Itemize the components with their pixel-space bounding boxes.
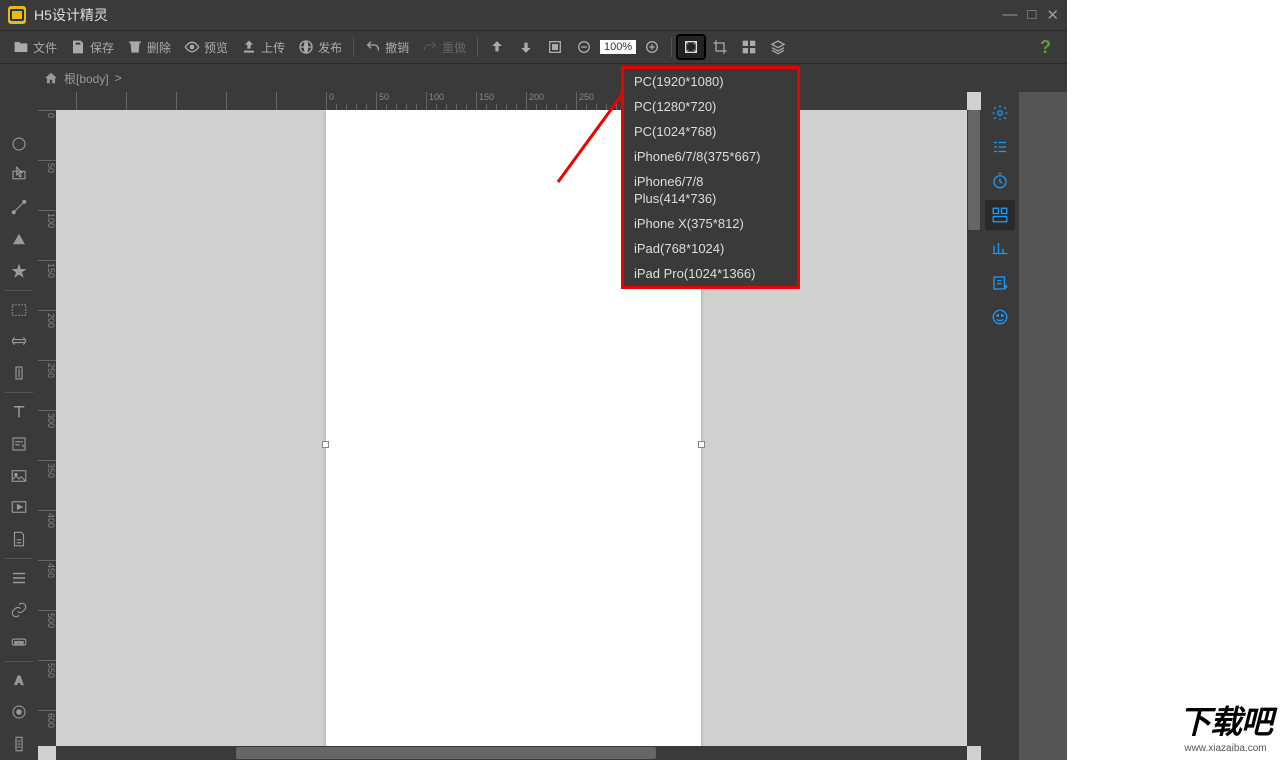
undo-button[interactable]: 撤销 xyxy=(360,36,414,59)
breadcrumb: 根[body] > xyxy=(0,64,1067,92)
size-option[interactable]: PC(1920*1080) xyxy=(624,69,797,94)
horizontal-ruler[interactable]: 050100150200250300350 xyxy=(56,92,967,110)
resize-handle-left[interactable] xyxy=(322,441,329,448)
size-option[interactable]: iPhone X(375*812) xyxy=(624,211,797,236)
minimize-button[interactable]: — xyxy=(1002,6,1017,24)
vertical-scrollbar[interactable] xyxy=(967,110,981,746)
svg-text:A: A xyxy=(15,674,24,688)
list-tool[interactable] xyxy=(2,562,36,594)
maximize-button[interactable]: □ xyxy=(1027,6,1036,24)
canvas-size-button[interactable] xyxy=(678,36,704,58)
pointer-tool[interactable] xyxy=(2,158,36,190)
hgroup-tool[interactable] xyxy=(2,326,36,358)
outline-panel-button[interactable] xyxy=(985,132,1015,162)
crop-button[interactable] xyxy=(707,36,733,58)
size-option[interactable]: iPad(768*1024) xyxy=(624,236,797,261)
app-window: H5设计精灵 — □ ✕ 文件 保存 删除 预览 上传 发布 撤销 重做 100… xyxy=(0,0,1067,760)
publish-button[interactable]: 发布 xyxy=(293,36,347,59)
video-tool[interactable] xyxy=(2,492,36,524)
vscroll-thumb[interactable] xyxy=(968,110,980,230)
ruler-corner xyxy=(38,92,56,110)
canvas[interactable] xyxy=(56,110,967,746)
canvas-size-dropdown: PC(1920*1080)PC(1280*720)PC(1024*768)iPh… xyxy=(621,66,800,289)
zoom-in-button[interactable] xyxy=(639,36,665,58)
target-tool[interactable] xyxy=(2,696,36,728)
layers-button[interactable] xyxy=(765,36,791,58)
canvas-area: 050100150200250300350 050100150200250300… xyxy=(38,92,981,760)
size-option[interactable]: PC(1280*720) xyxy=(624,94,797,119)
doc-tool[interactable] xyxy=(2,523,36,555)
size-option[interactable]: iPhone6/7/8(375*667) xyxy=(624,144,797,169)
breadcrumb-root[interactable]: 根[body] xyxy=(64,70,109,87)
outer-whitespace: 下载吧 www.xiazaiba.com xyxy=(1067,0,1280,760)
upload-button[interactable]: 上传 xyxy=(236,36,290,59)
settings-panel-button[interactable] xyxy=(985,98,1015,128)
vertical-ruler[interactable]: 050100150200250300350400450500550600 xyxy=(38,110,56,746)
layout-panel-button[interactable] xyxy=(985,200,1015,230)
font-tool[interactable]: A xyxy=(2,665,36,697)
link-tool[interactable] xyxy=(2,594,36,626)
image-tool[interactable] xyxy=(2,460,36,492)
left-toolbar: BTN A xyxy=(0,92,38,760)
hscroll-thumb[interactable] xyxy=(236,747,656,759)
zoom-input[interactable]: 100% xyxy=(600,40,636,54)
size-option[interactable]: iPad Pro(1024*1366) xyxy=(624,261,797,286)
line-tool[interactable] xyxy=(2,191,36,223)
window-controls: — □ ✕ xyxy=(1002,6,1059,24)
help-button[interactable]: ? xyxy=(1032,37,1059,58)
app-title: H5设计精灵 xyxy=(34,5,108,25)
close-button[interactable]: ✕ xyxy=(1046,6,1059,24)
button-tool[interactable]: BTN xyxy=(2,626,36,658)
main-toolbar: 文件 保存 删除 预览 上传 发布 撤销 重做 100% ? xyxy=(0,30,1067,64)
watermark: 下载吧 www.xiazaiba.com xyxy=(1179,697,1272,754)
right-toolbar xyxy=(981,92,1019,760)
timer-panel-button[interactable] xyxy=(985,166,1015,196)
container-tool[interactable] xyxy=(2,294,36,326)
delete-button[interactable]: 删除 xyxy=(122,36,176,59)
home-icon xyxy=(44,71,58,85)
star-tool[interactable] xyxy=(2,255,36,287)
breadcrumb-sep: > xyxy=(115,71,122,85)
export-panel-button[interactable] xyxy=(985,268,1015,298)
arrow-up-button[interactable] xyxy=(484,36,510,58)
save-button[interactable]: 保存 xyxy=(65,36,119,59)
app-logo-icon xyxy=(8,6,26,24)
stats-panel-button[interactable] xyxy=(985,234,1015,264)
resize-handle-right[interactable] xyxy=(698,441,705,448)
main-area: BTN A 050100150200250300350 050100150200… xyxy=(0,92,1067,760)
emoji-panel-button[interactable] xyxy=(985,302,1015,332)
triangle-tool[interactable] xyxy=(2,223,36,255)
redo-button[interactable]: 重做 xyxy=(417,36,471,59)
zoom-out-button[interactable] xyxy=(571,36,597,58)
horizontal-scrollbar[interactable] xyxy=(56,746,967,760)
vgroup-tool[interactable] xyxy=(2,357,36,389)
preview-button[interactable]: 预览 xyxy=(179,36,233,59)
form-tool[interactable] xyxy=(2,428,36,460)
titlebar: H5设计精灵 — □ ✕ xyxy=(0,0,1067,30)
text-tool[interactable] xyxy=(2,396,36,428)
grid-button[interactable] xyxy=(736,36,762,58)
size-option[interactable]: PC(1024*768) xyxy=(624,119,797,144)
circle-tool[interactable] xyxy=(2,128,36,160)
svg-text:BTN: BTN xyxy=(15,640,24,645)
properties-panel xyxy=(1019,92,1067,760)
fit-button[interactable] xyxy=(542,36,568,58)
size-option[interactable]: iPhone6/7/8 Plus(414*736) xyxy=(624,169,797,211)
file-button[interactable]: 文件 xyxy=(8,36,62,59)
slider-tool[interactable] xyxy=(2,728,36,760)
arrow-down-button[interactable] xyxy=(513,36,539,58)
